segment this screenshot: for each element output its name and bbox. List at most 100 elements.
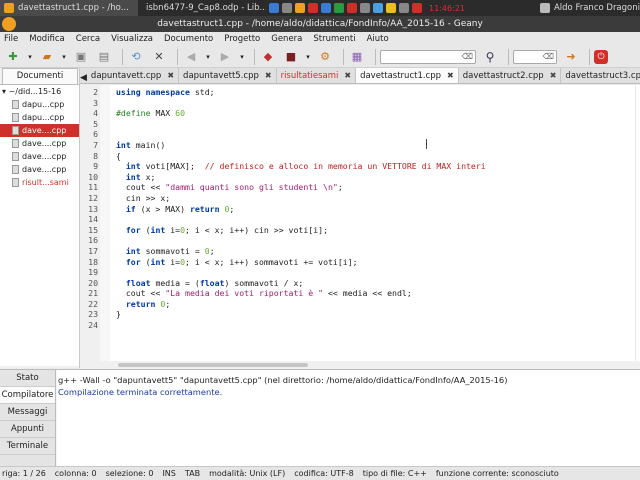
close-tab-icon[interactable]: ✖ [344,71,351,80]
code-line[interactable]: 15 for (int i=0; i < x; i++) cin >> voti… [80,225,640,236]
tree-file[interactable]: risult...sami [0,176,79,189]
save-icon[interactable]: ▣ [72,48,90,66]
menu-cerca[interactable]: Cerca [76,34,105,44]
code-line[interactable]: 20 float media = (float) sommavoti / x; [80,278,640,289]
build-icon[interactable]: ■ [282,48,300,66]
tray-icon[interactable] [412,3,422,13]
code-line[interactable]: 24 [80,320,640,331]
tree-folder[interactable]: ▾ ~/did...15-16 [0,85,79,98]
tab-compilatore[interactable]: Compilatore [0,387,55,404]
tab-stato[interactable]: Stato [0,370,55,387]
code-line[interactable]: 6 [80,129,640,140]
tray-icon[interactable] [386,3,396,13]
search-input[interactable]: ⌫ [380,49,476,64]
code-line[interactable]: 3 [80,98,640,109]
dropdown-arrow-icon[interactable]: ▾ [27,48,33,66]
compile-icon[interactable]: ◆ [259,48,277,66]
tray-icon[interactable] [321,3,331,13]
menu-strumenti[interactable]: Strumenti [313,34,360,44]
revert-icon[interactable]: ⟲ [127,48,145,66]
code-line[interactable]: 4 #define MAX 60 [80,108,640,119]
menu-aiuto[interactable]: Aiuto [367,34,394,44]
code-line[interactable]: 12 cin >> x; [80,193,640,204]
dropdown-arrow-icon[interactable]: ▾ [305,48,311,66]
horizontal-scrollbar[interactable] [80,361,640,369]
search-icon[interactable]: ⚲ [481,48,499,66]
menu-progetto[interactable]: Progetto [224,34,265,44]
code-line[interactable]: 19 [80,267,640,278]
tab-appunti[interactable]: Appunti [0,421,55,438]
compiler-output[interactable]: g++ -Wall -o "dapuntavett5" "dapuntavett… [57,370,640,467]
tab-messaggi[interactable]: Messaggi [0,404,55,421]
tab-document[interactable]: davettastruct3.cpp✖ [561,68,640,83]
user-menu[interactable]: Aldo Franco Dragoni [537,3,640,13]
code-line[interactable]: 21 cout << "La media dei voti riportati … [80,288,640,299]
save-all-icon[interactable]: ▤ [95,48,113,66]
close-tab-icon[interactable]: ✖ [167,71,174,80]
code-line[interactable]: 22 return 0; [80,299,640,310]
code-line[interactable]: 13 if (x > MAX) return 0; [80,204,640,215]
code-line[interactable]: 17 int sommavoti = 0; [80,246,640,257]
quit-icon[interactable]: ⏻ [594,49,608,64]
goto-line-icon[interactable]: ➜ [562,48,580,66]
menu-file[interactable]: File [4,34,23,44]
tab-document[interactable]: risultatiesami ✖ [277,68,357,83]
code-line[interactable]: 23} [80,309,640,320]
code-line[interactable]: 10 int x; [80,172,640,183]
tray-icon[interactable] [373,3,383,13]
taskbar-item-geany[interactable]: davettastruct1.cpp - /ho... [0,0,138,16]
code-line[interactable]: 8{ [80,151,640,162]
code-line[interactable]: 5 [80,119,640,130]
dropdown-arrow-icon[interactable]: ▾ [239,48,245,66]
clear-icon[interactable]: ⌫ [462,52,473,61]
code-line[interactable]: 2 using namespace std; [80,87,640,98]
close-tab-icon[interactable]: ✖ [265,71,272,80]
taskbar-item-libreoffice[interactable]: isbn6477-9_Cap8.odp - Lib... [138,0,266,16]
menu-documento[interactable]: Documento [164,34,218,44]
tray-icon[interactable] [334,3,344,13]
code-area[interactable]: 2 using namespace std; 3 4 #define MAX 60 5 6 7… [80,87,640,331]
menu-modifica[interactable]: Modifica [29,34,70,44]
tray-icon[interactable] [308,3,318,13]
code-line[interactable]: 7 int main() [80,140,640,151]
compiler-message[interactable]: g++ -Wall -o "dapuntavett5" "dapuntavett… [58,374,640,386]
close-tab-icon[interactable]: ✖ [447,71,454,80]
scroll-tabs-left-icon[interactable]: ◀ [80,73,87,83]
tray-icon[interactable] [269,3,279,13]
tree-file[interactable]: dave....cpp [0,137,79,150]
code-line[interactable]: 16 [80,235,640,246]
code-line[interactable]: 11 cout << "dammi quanti sono gli studen… [80,182,640,193]
tray-icon[interactable] [347,3,357,13]
tab-document[interactable]: dapuntavett5.cpp ✖ [179,68,277,83]
open-file-icon[interactable]: ▰ [38,48,56,66]
run-icon[interactable]: ⚙ [316,48,334,66]
close-tab-icon[interactable]: ✖ [550,71,557,80]
code-editor[interactable]: 2 using namespace std; 3 4 #define MAX 60 5 6 7… [80,85,640,361]
tree-file[interactable]: dapu...cpp [0,111,79,124]
clear-icon[interactable]: ⌫ [543,52,554,61]
tab-documenti[interactable]: Documenti [2,68,78,84]
tab-terminale[interactable]: Terminale [0,438,55,455]
tree-file[interactable]: dave....cpp [0,150,79,163]
compiler-message[interactable]: Compilazione terminata correttamente. [58,386,640,398]
back-icon[interactable]: ◀ [182,48,200,66]
tree-file[interactable]: dapu...cpp [0,98,79,111]
tab-document[interactable]: davettastruct2.cpp ✖ [459,68,562,83]
tab-document[interactable]: davettastruct1.cpp ✖ [356,68,459,83]
tray-icon[interactable] [295,3,305,13]
tree-file[interactable]: dave....cpp [0,163,79,176]
dropdown-arrow-icon[interactable]: ▾ [61,48,67,66]
menu-genera[interactable]: Genera [271,34,307,44]
forward-icon[interactable]: ▶ [216,48,234,66]
code-line[interactable]: 9 int voti[MAX]; // definisco e alloco i… [80,161,640,172]
code-line[interactable]: 14 [80,214,640,225]
goto-line-input[interactable]: ⌫ [513,49,557,64]
code-line[interactable]: 18 for (int i=0; i < x; i++) sommavoti +… [80,257,640,268]
tray-icon[interactable] [360,3,370,13]
menu-visualizza[interactable]: Visualizza [111,34,158,44]
new-file-icon[interactable]: ✚ [4,48,22,66]
tray-icon[interactable] [399,3,409,13]
close-file-icon[interactable]: ✕ [150,48,168,66]
tab-document[interactable]: dapuntavett.cpp ✖ [87,68,180,83]
dropdown-arrow-icon[interactable]: ▾ [205,48,211,66]
